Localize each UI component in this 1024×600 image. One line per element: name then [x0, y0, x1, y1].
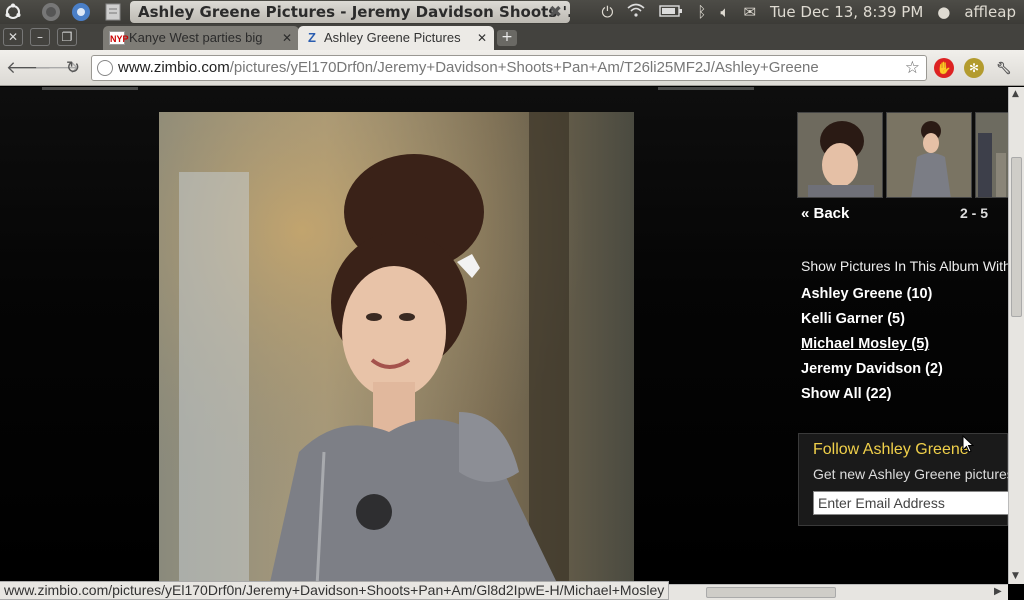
- address-bar[interactable]: www.zimbio.com/pictures/yEl170Drf0n/Jere…: [91, 55, 927, 81]
- nyp-favicon-icon: NYP: [109, 31, 129, 45]
- email-field[interactable]: [813, 491, 1008, 515]
- system-tray: ⏻ ᛒ 🔈︎ ✉ Tue Dec 13, 8:39 PM ● affleap: [602, 0, 1024, 24]
- close-icon[interactable]: ✖: [549, 1, 562, 23]
- back-arrow-icon[interactable]: 🡐: [6, 57, 52, 79]
- status-bubble: www.zimbio.com/pictures/yEl170Drf0n/Jere…: [0, 581, 670, 600]
- page-content: « Back 2 - 5 Show Pictures In This Album…: [0, 87, 1008, 582]
- globe-icon: [97, 60, 113, 76]
- top-panel: Ashley Greene Pictures - Jeremy Davidson…: [0, 0, 1024, 24]
- filter-link-michael-mosley[interactable]: Michael Mosley (5): [801, 336, 943, 361]
- nav-underline: [658, 87, 754, 90]
- adblock-icon[interactable]: ✋: [934, 58, 954, 78]
- wrench-icon[interactable]: 🔧︎: [994, 58, 1014, 78]
- thumbnail[interactable]: [975, 112, 1008, 198]
- url-path: /pictures/yEl170Drf0n/Jeremy+Davidson+Sh…: [229, 59, 819, 76]
- chromium-icon[interactable]: [70, 2, 92, 22]
- tab-kanye-west[interactable]: NYP Kanye West parties big ✕: [103, 26, 299, 50]
- window-title-text: Ashley Greene Pictures - Jeremy Davidson…: [138, 3, 570, 21]
- ubuntu-logo-icon[interactable]: [2, 2, 24, 22]
- reload-icon[interactable]: ↻: [62, 57, 84, 79]
- wifi-icon[interactable]: [627, 3, 645, 21]
- scroll-right-icon[interactable]: ▶: [994, 586, 1002, 597]
- text-editor-icon[interactable]: [102, 2, 124, 22]
- vertical-scrollbar[interactable]: ▲ ▼: [1008, 87, 1024, 584]
- battery-icon[interactable]: [659, 3, 683, 21]
- filter-link-ashley-greene[interactable]: Ashley Greene (10): [801, 286, 943, 311]
- user-icon: ●: [937, 3, 951, 21]
- thumbnail[interactable]: [797, 112, 883, 198]
- user-name[interactable]: affleap: [964, 3, 1016, 21]
- url-host: www.zimbio.com: [118, 59, 230, 76]
- volume-icon[interactable]: 🔈︎: [720, 3, 729, 21]
- tab-ashley-greene[interactable]: Z Ashley Greene Pictures ✕: [298, 26, 494, 50]
- new-tab-button[interactable]: +: [497, 30, 517, 46]
- tab-label: Ashley Greene Pictures: [324, 30, 461, 45]
- forward-arrow-icon[interactable]: 🡒: [34, 57, 80, 79]
- window-title: Ashley Greene Pictures - Jeremy Davidson…: [130, 1, 570, 23]
- scroll-up-icon[interactable]: ▲: [1012, 89, 1019, 99]
- follow-box: Follow Ashley Greene Get new Ashley Gree…: [798, 433, 1008, 526]
- follow-title: Follow Ashley Greene: [813, 441, 969, 458]
- window-restore-icon[interactable]: ❐: [57, 28, 77, 46]
- thumbnail-range: 2 - 5: [960, 205, 989, 221]
- bluetooth-icon[interactable]: ᛒ: [697, 3, 706, 21]
- main-photo[interactable]: [159, 112, 634, 582]
- power-icon[interactable]: ⏻: [602, 3, 614, 21]
- scrollbar-thumb[interactable]: [706, 587, 836, 598]
- browser-toolbar: 🡐 🡒 ↻ www.zimbio.com/pictures/yEl170Drf0…: [0, 50, 1024, 86]
- nav-underline: [42, 87, 138, 90]
- window-minimize-icon[interactable]: –: [30, 28, 50, 46]
- scroll-down-icon[interactable]: ▼: [1012, 571, 1019, 581]
- tab-close-icon[interactable]: ✕: [477, 26, 487, 50]
- bookmark-star-icon[interactable]: ☆: [905, 56, 920, 80]
- clock[interactable]: Tue Dec 13, 8:39 PM: [770, 3, 923, 21]
- tab-strip: ✕ – ❐ NYP Kanye West parties big ✕ Z Ash…: [0, 24, 1024, 50]
- zimbio-favicon-icon: Z: [308, 30, 316, 45]
- album-filter-heading: Show Pictures In This Album With: [801, 258, 1008, 274]
- thumbnail-strip: [797, 112, 1008, 198]
- mail-icon[interactable]: ✉: [743, 3, 756, 21]
- mouse-cursor-icon: [962, 434, 975, 457]
- firefox-icon[interactable]: [40, 2, 62, 22]
- scrollbar-thumb[interactable]: [1011, 157, 1022, 317]
- extension-gear-icon[interactable]: ✻: [964, 58, 984, 78]
- back-link[interactable]: « Back: [801, 205, 849, 222]
- thumbnail[interactable]: [886, 112, 972, 198]
- filter-link-kelli-garner[interactable]: Kelli Garner (5): [801, 311, 943, 336]
- filter-link-jeremy-davidson[interactable]: Jeremy Davidson (2): [801, 361, 943, 386]
- tab-label: Kanye West parties big: [129, 30, 263, 45]
- tab-close-icon[interactable]: ✕: [282, 26, 292, 50]
- follow-subtitle: Get new Ashley Greene pictures: [813, 466, 1008, 482]
- filter-link-show-all[interactable]: Show All (22): [801, 386, 943, 411]
- window-close-icon[interactable]: ✕: [3, 28, 23, 46]
- people-filter-list: Ashley Greene (10) Kelli Garner (5) Mich…: [801, 286, 943, 411]
